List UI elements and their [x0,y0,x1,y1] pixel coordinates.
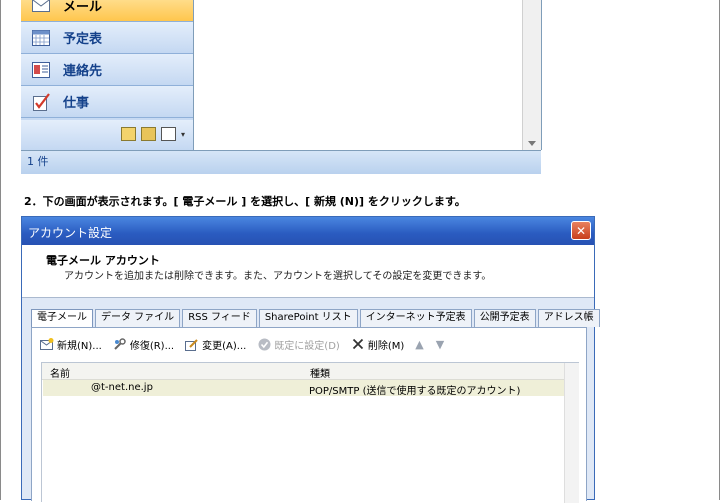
nav-label-tasks: 仕事 [63,96,90,111]
delete-button[interactable]: 削除(M) [351,337,404,352]
close-button[interactable]: ✕ [571,221,591,240]
repair-button-label: 修復(R)... [129,340,175,352]
new-button[interactable]: 新規(N)... [40,337,102,352]
nav-label-contacts: 連絡先 [63,64,103,79]
new-button-label: 新規(N)... [57,340,102,352]
repair-icon [113,337,127,351]
table-row[interactable]: @t-net.ne.jp POP/SMTP (送信で使用する既定のアカウント) [43,380,577,397]
tab-sharepoint-lists[interactable]: SharePoint リスト [258,309,358,327]
account-type: POP/SMTP (送信で使用する既定のアカウント) [309,386,521,397]
mail-icon [31,0,51,15]
tab-data-files[interactable]: データ ファイル [95,309,181,327]
nav-item-contacts[interactable]: 連絡先 [21,54,193,86]
move-down-icon[interactable]: ▼ [436,338,444,351]
nav-label-calendar: 予定表 [63,32,103,47]
account-settings-dialog: アカウント設定 ✕ 電子メール アカウント アカウントを追加または削除できます。… [21,216,600,503]
change-button-label: 変更(A)... [202,340,247,352]
tab-rss-feeds[interactable]: RSS フィード [182,309,257,327]
shortcuts-icon[interactable] [160,127,176,141]
nav-shortcuts-bar: ▾ [21,120,193,150]
content-pane [195,0,542,150]
tasks-icon [31,92,51,111]
header-title: 電子メール アカウント [46,254,160,267]
set-default-button-label: 既定に設定(D) [274,340,340,352]
vertical-scrollbar[interactable] [522,0,541,150]
new-account-icon [40,338,54,351]
nav-item-calendar[interactable]: 予定表 [21,22,193,54]
nav-item-tasks[interactable]: 仕事 [21,86,193,118]
set-default-button[interactable]: 既定に設定(D) [257,337,340,352]
header-description: アカウントを追加または削除できます。また、アカウントを選択してその設定を変更でき… [64,271,492,282]
dialog-titlebar[interactable]: アカウント設定 ✕ [22,217,594,245]
tab-internet-calendars[interactable]: インターネット予定表 [359,309,472,327]
nav-label-mail: メール [63,0,103,15]
navigation-pane: メール 予定表 連絡先 仕事 ▾ [21,0,194,150]
dialog-header: 電子メール アカウント アカウントを追加または削除できます。また、アカウントを選… [22,245,594,298]
tab-published-calendars[interactable]: 公開予定表 [473,309,536,327]
email-tab-panel: 新規(N)... 修復(R)... 変更(A)... 既定に設定(D) 削除(M… [31,327,587,503]
item-count: 1 件 [27,155,49,168]
account-toolbar: 新規(N)... 修復(R)... 変更(A)... 既定に設定(D) 削除(M… [40,334,456,354]
dialog-title: アカウント設定 [28,226,113,240]
scroll-down-icon[interactable] [528,141,536,146]
column-header-name[interactable]: 名前 [50,365,70,380]
account-list: 名前 種類 @t-net.ne.jp POP/SMTP (送信で使用する既定のア… [41,362,579,503]
account-name: @t-net.ne.jp [91,382,153,393]
instruction-text: 2．下の画面が表示されます。[ 電子メール ] を選択し、[ 新規 (N)] を… [24,195,466,208]
nav-item-mail[interactable]: メール [21,0,193,22]
tab-email[interactable]: 電子メール [31,309,93,327]
delete-icon [351,338,365,351]
column-header-type[interactable]: 種類 [310,365,330,380]
list-header: 名前 種類 [42,363,578,380]
move-up-icon[interactable]: ▲ [415,338,423,351]
tab-strip: 電子メール データ ファイル RSS フィード SharePoint リスト イ… [31,309,602,327]
contacts-icon [31,61,51,79]
outlook-window: メール 予定表 連絡先 仕事 ▾ 1 件 [21,0,542,174]
status-bar: 1 件 [21,150,541,174]
list-scrollbar[interactable] [564,363,579,503]
change-icon [185,338,199,351]
repair-button[interactable]: 修復(R)... [113,337,174,352]
tab-address-books[interactable]: アドレス帳 [537,309,600,327]
change-button[interactable]: 変更(A)... [185,337,246,352]
check-circle-icon [257,338,271,351]
delete-button-label: 削除(M) [367,340,405,352]
close-icon: ✕ [575,224,587,238]
page-border-left [0,0,1,500]
notes-icon[interactable] [120,127,136,141]
calendar-icon [31,29,51,47]
configure-buttons-icon[interactable]: ▾ [181,130,185,139]
folder-list-icon[interactable] [140,127,156,141]
